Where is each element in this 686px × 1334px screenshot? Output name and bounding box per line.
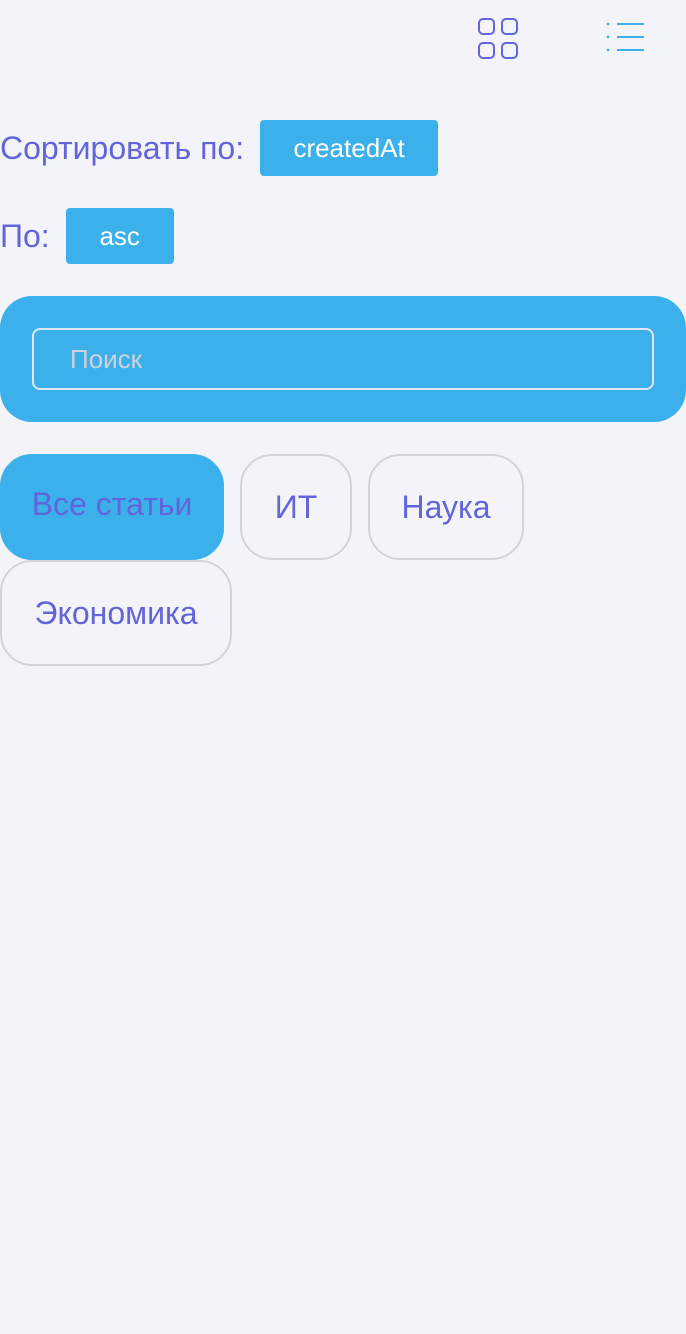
- sort-field-row: Сортировать по: createdAt: [0, 120, 439, 176]
- search-panel: [0, 296, 686, 422]
- tab-economy[interactable]: Экономика: [0, 560, 232, 666]
- sort-order-label: По:: [0, 218, 50, 254]
- tab-it[interactable]: ИТ: [240, 454, 352, 560]
- list-view-button[interactable]: [602, 18, 648, 56]
- tab-all-articles[interactable]: Все статьи: [0, 454, 224, 560]
- list-icon: [606, 22, 644, 52]
- search-input[interactable]: [32, 328, 654, 390]
- grid-icon: [478, 18, 518, 59]
- tab-science[interactable]: Наука: [368, 454, 524, 560]
- grid-view-button[interactable]: [474, 14, 522, 64]
- sort-field-label: Сортировать по:: [0, 130, 245, 166]
- sort-field-select[interactable]: createdAt: [260, 120, 439, 176]
- view-switcher: [0, 0, 686, 80]
- sort-order-row: По: asc: [0, 208, 174, 264]
- sort-order-select[interactable]: asc: [65, 208, 174, 264]
